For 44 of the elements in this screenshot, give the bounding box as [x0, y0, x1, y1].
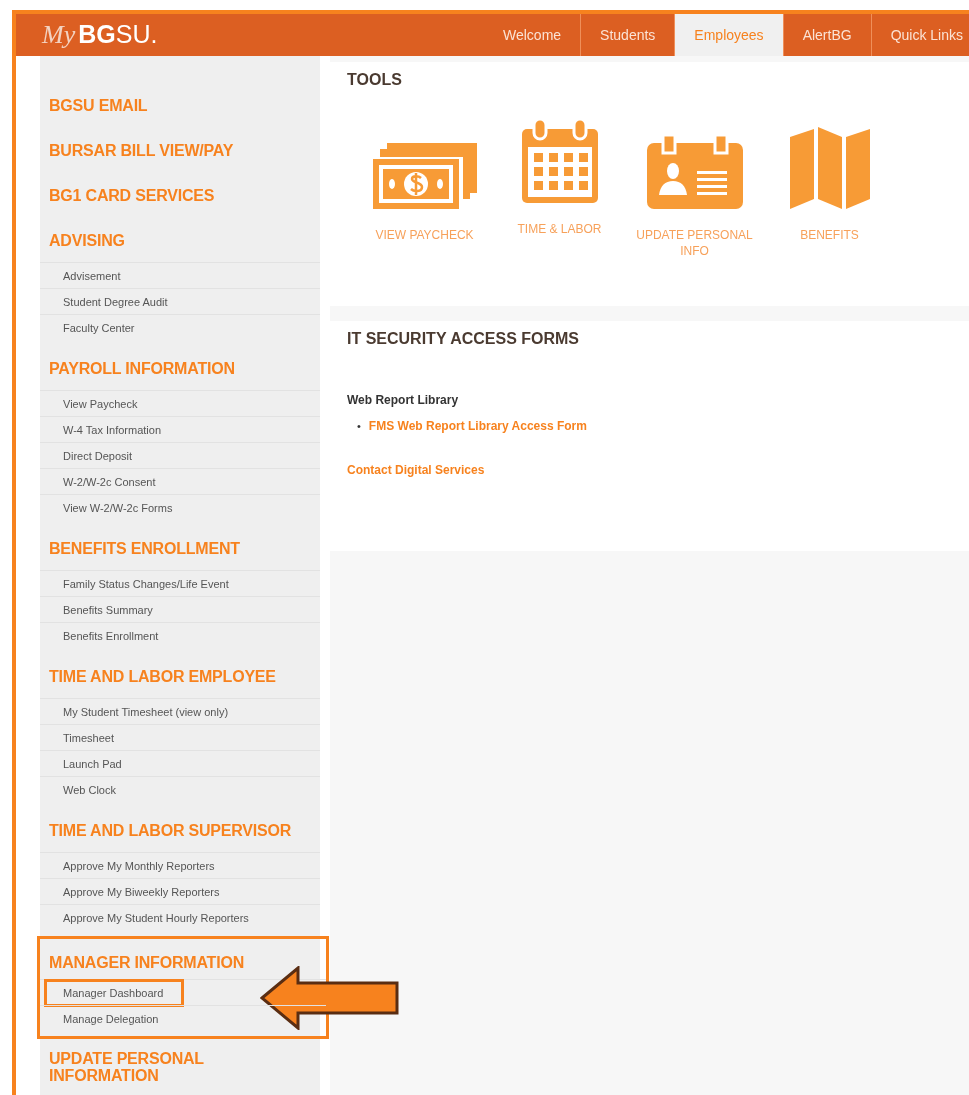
section-heading-link[interactable]: PAYROLL INFORMATION: [40, 345, 320, 390]
subheading: Web Report Library: [347, 393, 459, 407]
bullet: •: [357, 420, 361, 432]
sidebar-link[interactable]: Manager Dashboard: [47, 981, 182, 1004]
sidebar-link[interactable]: W-2/W-2c Consent: [60, 471, 159, 492]
sidebar-link[interactable]: My Student Timesheet (view only): [60, 701, 232, 722]
sidebar-link[interactable]: W-4 Tax Information: [60, 419, 165, 440]
nav-tab[interactable]: Welcome: [484, 14, 581, 56]
sidebar-link[interactable]: Approve My Biweekly Reporters: [60, 881, 223, 902]
sidebar-link[interactable]: Family Status Changes/Life Event: [60, 573, 232, 594]
sidebar-link[interactable]: Student Degree Audit: [60, 291, 171, 312]
sidebar-link[interactable]: View W-2/W-2c Forms: [60, 497, 176, 518]
section-heading-link[interactable]: ADVISING: [40, 219, 320, 262]
section-heading-link[interactable]: BENEFITS ENROLLMENT: [40, 525, 320, 570]
sidebar-link[interactable]: Advisement: [60, 265, 124, 286]
logo[interactable]: MyBGSU.: [42, 20, 158, 50]
sidebar-link[interactable]: Approve My Monthly Reporters: [60, 855, 218, 876]
form-link[interactable]: FMS Web Report Library Access Form: [368, 419, 587, 433]
section-heading-link[interactable]: BG1 CARD SERVICES: [40, 174, 320, 219]
contact-link[interactable]: Contact Digital Services: [347, 463, 485, 477]
section-heading-link[interactable]: MANAGER INFORMATION: [40, 939, 326, 979]
calendar-icon[interactable]: [521, 117, 598, 203]
section-heading-link[interactable]: BURSAR BILL VIEW/PAY: [40, 129, 320, 174]
tool-link[interactable]: UPDATE PERSONAL INFO: [634, 227, 755, 259]
card-title: TOOLS: [347, 70, 402, 89]
sidebar-link[interactable]: Manage Delegation: [60, 1008, 162, 1029]
section-heading-link[interactable]: TIME AND LABOR SUPERVISOR: [40, 807, 320, 852]
section-heading-link[interactable]: BGSU EMAIL: [40, 84, 320, 129]
sidebar-link[interactable]: Benefits Enrollment: [60, 625, 162, 646]
sidebar-link[interactable]: Launch Pad: [60, 753, 125, 774]
sidebar-link[interactable]: Approve My Student Hourly Reporters: [60, 907, 252, 928]
card-title: IT SECURITY ACCESS FORMS: [347, 329, 580, 348]
sidebar-link[interactable]: View Paycheck: [60, 393, 141, 414]
tool-link[interactable]: TIME & LABOR: [499, 221, 620, 237]
sidebar-link[interactable]: Timesheet: [60, 727, 117, 748]
sidebar-link[interactable]: Web Clock: [60, 779, 119, 800]
section-heading-link[interactable]: UPDATE PERSONAL INFORMATION: [40, 1036, 320, 1084]
sidebar-link[interactable]: Faculty Center: [60, 317, 138, 338]
tool-link[interactable]: VIEW PAYCHECK: [364, 227, 485, 243]
sidebar-link[interactable]: Direct Deposit: [60, 445, 136, 466]
nav-tab[interactable]: Employees: [674, 14, 783, 56]
tool-link[interactable]: BENEFITS: [769, 227, 890, 243]
sidebar-link[interactable]: Benefits Summary: [60, 599, 156, 620]
section-heading-link[interactable]: TIME AND LABOR EMPLOYEE: [40, 653, 320, 698]
